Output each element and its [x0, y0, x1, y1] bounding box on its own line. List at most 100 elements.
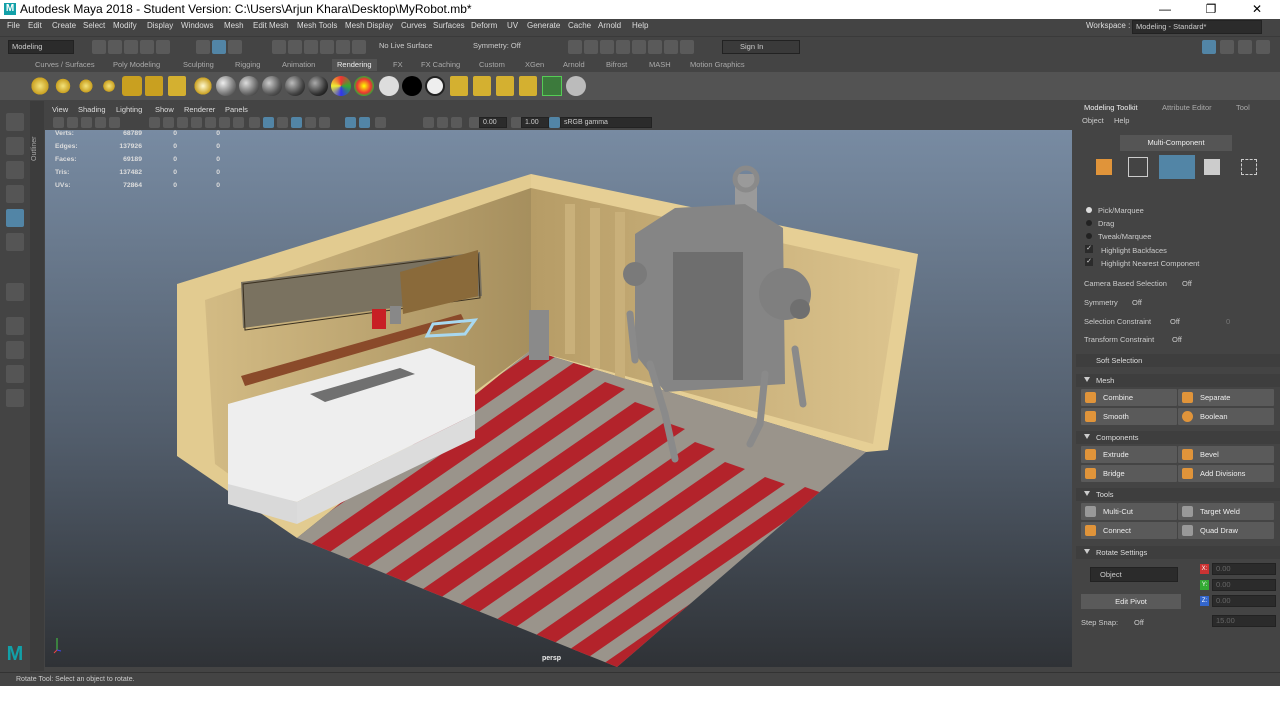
bevel-button[interactable]: Bevel — [1178, 446, 1274, 463]
white-material-icon[interactable] — [379, 76, 399, 96]
shelf-tab-rendering[interactable]: Rendering — [332, 59, 377, 71]
pivot-x-field[interactable]: 0.00 — [1212, 563, 1276, 575]
render-frame-icon[interactable] — [584, 40, 598, 54]
ipr-render-icon[interactable] — [600, 40, 614, 54]
last-tool-icon[interactable] — [6, 283, 24, 301]
target-weld-button[interactable]: Target Weld — [1178, 503, 1274, 520]
scale-tool-icon[interactable] — [6, 233, 24, 251]
rotate-tool-icon[interactable] — [6, 209, 24, 227]
attribute-editor-toggle-icon[interactable] — [1220, 40, 1234, 54]
shelf-tab-fx-caching[interactable]: FX Caching — [416, 59, 465, 71]
panel-menu-object[interactable]: Object — [1082, 116, 1104, 125]
step-snap-label[interactable]: Step Snap: — [1081, 618, 1118, 627]
select-by-object-icon[interactable] — [212, 40, 226, 54]
face-mode-icon[interactable] — [1204, 159, 1220, 175]
sign-in-dropdown[interactable]: Sign In — [722, 40, 800, 54]
anisotropic-material-icon[interactable] — [308, 76, 328, 96]
render-view-icon[interactable] — [568, 40, 582, 54]
open-scene-icon[interactable] — [108, 40, 122, 54]
surface-shader-icon[interactable] — [285, 76, 305, 96]
menu-generate[interactable]: Generate — [527, 21, 560, 30]
four-view-layout-icon[interactable] — [6, 341, 24, 359]
shelf-tab-curves-surfaces[interactable]: Curves / Surfaces — [30, 59, 100, 71]
shelf-tab-custom[interactable]: Custom — [474, 59, 510, 71]
tab-modeling-toolkit[interactable]: Modeling Toolkit — [1084, 103, 1138, 112]
menu-mesh[interactable]: Mesh — [224, 21, 244, 30]
shelf-tab-rigging[interactable]: Rigging — [230, 59, 265, 71]
menu-cache[interactable]: Cache — [568, 21, 591, 30]
hypershade-icon[interactable] — [632, 40, 646, 54]
lambert-material-icon[interactable] — [239, 76, 259, 96]
shelf-tab-xgen[interactable]: XGen — [520, 59, 549, 71]
channel-box-toggle-icon[interactable] — [1256, 40, 1270, 54]
tab-attribute-editor[interactable]: Attribute Editor — [1162, 103, 1212, 112]
move-tool-icon[interactable] — [6, 185, 24, 203]
render-region-icon[interactable] — [519, 76, 537, 96]
new-scene-icon[interactable] — [92, 40, 106, 54]
tab-tool-settings[interactable]: Tool — [1236, 103, 1250, 112]
panel-menu-help[interactable]: Help — [1114, 116, 1129, 125]
step-snap-field[interactable]: 15.00 — [1212, 615, 1276, 627]
snap-grid-icon[interactable] — [272, 40, 286, 54]
modeling-toolkit-toggle-icon[interactable] — [1202, 40, 1216, 54]
select-by-component-icon[interactable] — [228, 40, 242, 54]
smooth-button[interactable]: Smooth — [1081, 408, 1177, 425]
pivot-y-field[interactable]: 0.00 — [1212, 579, 1276, 591]
shelf-tab-mash[interactable]: MASH — [644, 59, 676, 71]
workspace-dropdown[interactable]: Modeling - Standard* — [1132, 20, 1262, 34]
tool-settings-toggle-icon[interactable] — [1238, 40, 1252, 54]
select-tool-icon[interactable] — [6, 113, 24, 131]
ramp-shader-icon[interactable] — [331, 76, 351, 96]
components-section-header[interactable]: Components — [1076, 431, 1280, 444]
shelf-tab-poly-modeling[interactable]: Poly Modeling — [108, 59, 165, 71]
outliner-layout-icon[interactable] — [6, 389, 24, 407]
matte-material-icon[interactable] — [425, 76, 445, 96]
menu-surfaces[interactable]: Surfaces — [433, 21, 465, 30]
save-scene-icon[interactable] — [124, 40, 138, 54]
two-view-layout-icon[interactable] — [6, 365, 24, 383]
highlight-backfaces-checkbox[interactable]: ✓ — [1085, 245, 1093, 253]
snap-curve-icon[interactable] — [288, 40, 302, 54]
viewport-panel[interactable]: View Shading Lighting Show Renderer Pane… — [45, 104, 1072, 667]
batch-render-icon[interactable] — [473, 76, 491, 96]
pause-icon[interactable] — [680, 40, 694, 54]
mesh-section-header[interactable]: Mesh — [1076, 374, 1280, 387]
menu-windows[interactable]: Windows — [181, 21, 213, 30]
snap-point-icon[interactable] — [304, 40, 318, 54]
snap-view-plane-icon[interactable] — [320, 40, 334, 54]
menu-create[interactable]: Create — [52, 21, 76, 30]
render-snapshot-icon[interactable] — [542, 76, 562, 96]
uv-mode-icon[interactable] — [1241, 159, 1257, 175]
volume-light-icon[interactable] — [145, 76, 163, 96]
pick-marquee-radio[interactable] — [1086, 207, 1092, 213]
menu-mesh-display[interactable]: Mesh Display — [345, 21, 393, 30]
object-mode-icon[interactable] — [1096, 159, 1112, 175]
quad-draw-button[interactable]: Quad Draw — [1178, 522, 1274, 539]
ambient-light-icon[interactable] — [30, 76, 50, 96]
extrude-button[interactable]: Extrude — [1081, 446, 1177, 463]
blinn-material-icon[interactable] — [216, 76, 236, 96]
combine-button[interactable]: Combine — [1081, 389, 1177, 406]
vertex-mode-icon[interactable] — [1128, 157, 1148, 177]
render-layer-icon[interactable] — [450, 76, 468, 96]
transform-constraint-label[interactable]: Transform Constraint — [1084, 335, 1154, 344]
shelf-tab-sculpting[interactable]: Sculpting — [178, 59, 219, 71]
rotate-axis-dropdown[interactable]: Object — [1090, 567, 1178, 582]
render-settings-icon[interactable] — [616, 40, 630, 54]
menu-display[interactable]: Display — [147, 21, 173, 30]
maximize-button[interactable]: ❐ — [1188, 0, 1234, 19]
snap-vertex-icon[interactable] — [352, 40, 366, 54]
pivot-z-field[interactable]: 0.00 — [1212, 595, 1276, 607]
menu-edit[interactable]: Edit — [28, 21, 42, 30]
snap-surface-icon[interactable] — [336, 40, 350, 54]
menu-edit-mesh[interactable]: Edit Mesh — [253, 21, 289, 30]
bridge-button[interactable]: Bridge — [1081, 465, 1177, 482]
close-button[interactable]: ✕ — [1234, 0, 1280, 19]
tweak-marquee-radio[interactable] — [1086, 233, 1092, 239]
menu-arnold[interactable]: Arnold — [598, 21, 621, 30]
light-linking-icon[interactable] — [168, 76, 186, 96]
shelf-tab-bifrost[interactable]: Bifrost — [601, 59, 632, 71]
shelf-tab-fx[interactable]: FX — [388, 59, 408, 71]
minimize-button[interactable]: — — [1142, 0, 1188, 19]
menu-help[interactable]: Help — [632, 21, 648, 30]
